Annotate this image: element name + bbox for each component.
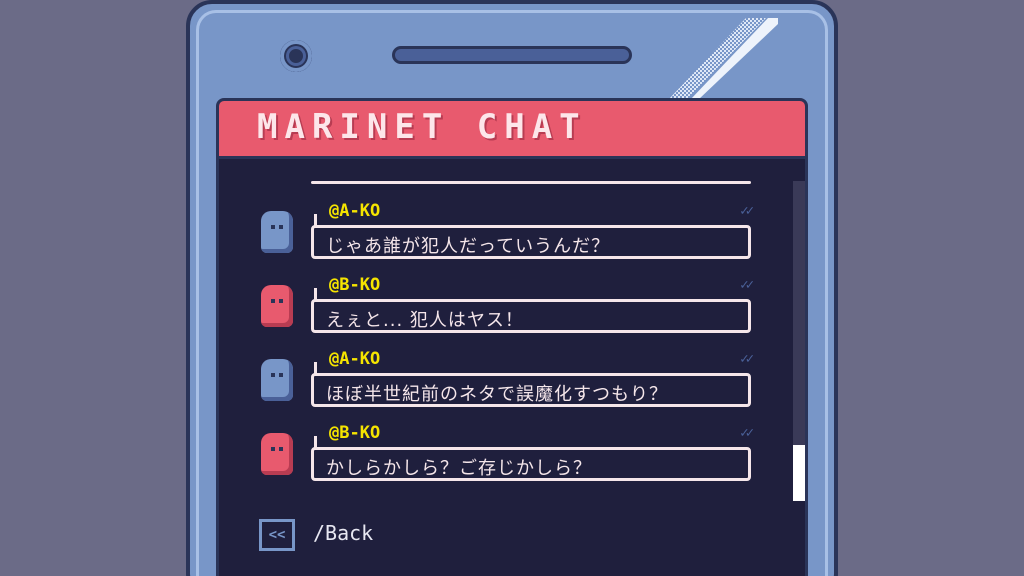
read-check-icon: ✓✓ [740, 203, 754, 219]
message-text: ほぼ半世紀前のネタで誤魔化すつもり？ [326, 384, 668, 405]
message-bubble: ほぼ半世紀前のネタで誤魔化すつもり？ [311, 362, 751, 407]
read-check-icon: ✓✓ [740, 425, 754, 441]
message-bubble: じゃあ誰が犯人だっていうんだ？ [311, 214, 751, 259]
chat-message: @A-KO ✓✓ じゃあ誰が犯人だっていうんだ？ [259, 201, 759, 275]
message-handle: @A-KO [329, 349, 381, 369]
read-check-icon: ✓✓ [740, 351, 754, 367]
chat-screen: MARINET CHAT @A-KO ✓✓ じゃあ誰が犯人だっていうんだ？ @B… [216, 98, 808, 576]
scrollbar-thumb[interactable] [793, 445, 805, 501]
screen-glare [668, 18, 778, 100]
blue-avatar-icon [261, 359, 293, 401]
blue-avatar-icon [261, 211, 293, 253]
message-handle: @B-KO [329, 275, 381, 295]
pink-avatar-icon [261, 433, 293, 475]
back-button[interactable]: << [259, 519, 295, 551]
message-handle: @B-KO [329, 423, 381, 443]
app-title: MARINET CHAT [257, 107, 587, 147]
back-label[interactable]: /Back [313, 521, 373, 545]
pink-avatar-icon [261, 285, 293, 327]
chat-message: @A-KO ✓✓ ほぼ半世紀前のネタで誤魔化すつもり？ [259, 349, 759, 423]
front-camera-icon [280, 40, 312, 72]
read-check-icon: ✓✓ [740, 277, 754, 293]
game-scene: MARINET CHAT @A-KO ✓✓ じゃあ誰が犯人だっていうんだ？ @B… [0, 0, 1024, 576]
speaker-grille [392, 46, 632, 64]
message-bubble: かしらかしら？ご存じかしら？ [311, 436, 751, 481]
message-text: かしらかしら？ご存じかしら？ [326, 458, 592, 479]
chat-message: @B-KO ✓✓ かしらかしら？ご存じかしら？ [259, 423, 759, 497]
chat-message: @B-KO ✓✓ えぇと... 犯人はヤス！ [259, 275, 759, 349]
message-text: えぇと... 犯人はヤス！ [326, 310, 524, 331]
message-handle: @A-KO [329, 201, 381, 221]
chat-titlebar: MARINET CHAT [219, 101, 805, 159]
message-bubble: えぇと... 犯人はヤス！ [311, 288, 751, 333]
message-text: じゃあ誰が犯人だっていうんだ？ [326, 236, 611, 257]
clipped-bubble-edge [311, 181, 751, 184]
